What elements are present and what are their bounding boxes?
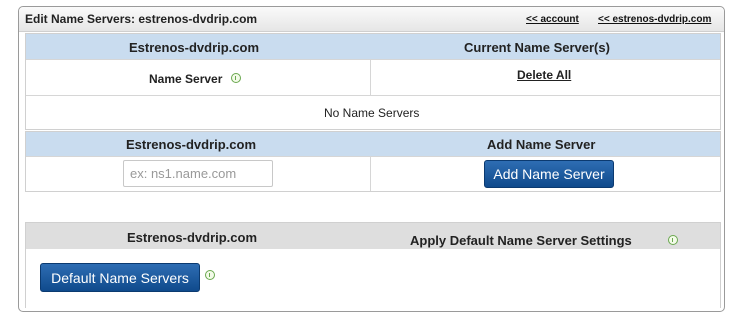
domain-heading: Estrenos-dvdrip.com — [127, 230, 258, 245]
back-to-domain-link[interactable]: << estrenos-dvdrip.com — [598, 14, 711, 25]
row-divider — [26, 59, 720, 60]
panel-header: Edit Name Servers: estrenos-dvdrip.com <… — [19, 7, 724, 32]
domain-heading: Estrenos-dvdrip.com — [126, 137, 257, 152]
back-to-account-link[interactable]: << account — [526, 14, 579, 25]
column-divider — [370, 156, 371, 191]
column-divider — [370, 59, 371, 95]
default-name-servers-button[interactable]: Default Name Servers — [40, 263, 200, 292]
page-title: Edit Name Servers: estrenos-dvdrip.com — [25, 12, 258, 26]
domain-heading: Estrenos-dvdrip.com — [129, 40, 260, 55]
row-divider — [26, 95, 720, 96]
row-divider — [26, 156, 720, 157]
add-server-heading: Add Name Server — [487, 137, 596, 152]
info-icon[interactable] — [668, 235, 678, 245]
apply-default-heading: Apply Default Name Server Settings — [410, 233, 632, 248]
name-server-label: Name Server — [149, 72, 223, 86]
name-server-input[interactable] — [123, 160, 273, 187]
info-icon[interactable] — [205, 270, 215, 280]
current-name-servers-table: Estrenos-dvdrip.com Current Name Server(… — [25, 33, 721, 130]
current-servers-heading: Current Name Server(s) — [464, 40, 610, 55]
delete-all-link[interactable]: Delete All — [517, 68, 571, 82]
info-icon[interactable] — [231, 73, 241, 83]
add-name-server-button[interactable]: Add Name Server — [484, 160, 614, 188]
empty-message: No Name Servers — [324, 106, 420, 120]
